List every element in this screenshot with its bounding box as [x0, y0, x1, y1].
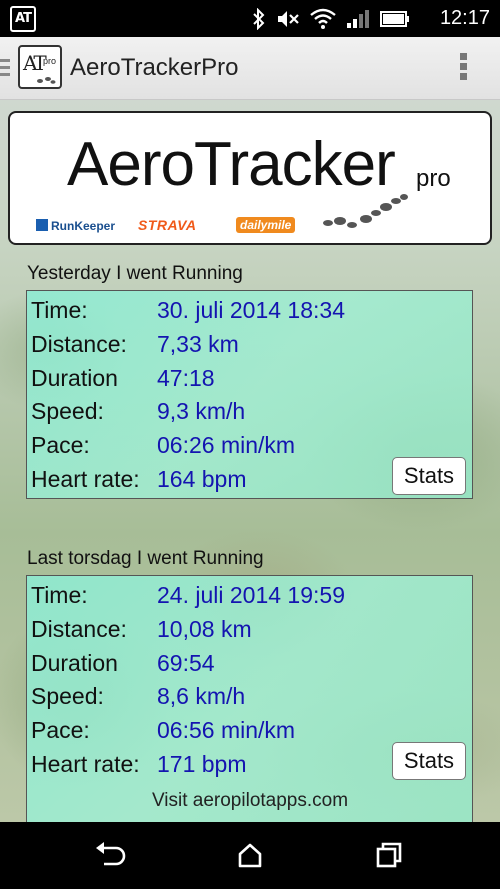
- activity-heading: Last torsdag I went Running: [27, 548, 264, 569]
- activity-row: Duration 69:54: [31, 650, 461, 680]
- row-label: Time:: [31, 582, 88, 608]
- runkeeper-logo: RunKeeper: [36, 219, 115, 233]
- aerotracker-banner: AeroTracker pro RunKeeper STRAVA dailymi…: [8, 111, 492, 245]
- row-label: Pace:: [31, 717, 90, 743]
- banner-title: AeroTracker: [67, 130, 396, 199]
- mute-icon: [278, 11, 299, 27]
- activity-card[interactable]: Time: 30. juli 2014 18:34 Distance: 7,33 k…: [26, 290, 473, 499]
- stats-button[interactable]: Stats: [392, 457, 466, 495]
- signal-icon: [347, 10, 369, 28]
- bluetooth-icon: [253, 8, 265, 30]
- row-value: 24. juli 2014 19:59: [157, 582, 345, 608]
- row-label: Time:: [31, 297, 88, 323]
- row-value: 164 bpm: [157, 466, 247, 492]
- activity-card[interactable]: Time: 24. juli 2014 19:59 Distance: 10,08 …: [26, 575, 473, 822]
- row-label: Pace:: [31, 432, 90, 458]
- footprints-icon: [37, 77, 56, 84]
- activity-heading: Yesterday I went Running: [27, 263, 243, 284]
- status-icons: [252, 6, 410, 32]
- app-notification-icon: AT: [10, 6, 36, 32]
- home-icon[interactable]: [230, 840, 270, 870]
- row-label: Distance:: [31, 331, 127, 357]
- main-content[interactable]: AeroTracker pro RunKeeper STRAVA dailymi…: [0, 100, 500, 822]
- overflow-menu-icon[interactable]: [460, 53, 468, 83]
- activity-row: Time: 24. juli 2014 19:59: [31, 582, 461, 612]
- row-value: 7,33 km: [157, 331, 239, 357]
- logo-sub: pro: [42, 56, 56, 66]
- row-label: Speed:: [31, 398, 104, 424]
- banner-pro: pro: [416, 165, 451, 192]
- row-label: Heart rate:: [31, 751, 140, 777]
- runkeeper-icon: [36, 219, 48, 231]
- app-logo[interactable]: AT pro: [18, 45, 62, 89]
- activity-row: Time: 30. juli 2014 18:34: [31, 297, 461, 327]
- row-value: 8,6 km/h: [157, 683, 246, 709]
- stats-button[interactable]: Stats: [392, 742, 466, 780]
- row-label: Heart rate:: [31, 466, 140, 492]
- row-value: 06:56 min/km: [157, 717, 296, 743]
- row-value: 10,08 km: [157, 616, 252, 642]
- row-value: 171 bpm: [157, 751, 247, 777]
- row-value: 9,3 km/h: [157, 398, 246, 424]
- app-title: AeroTrackerPro: [70, 54, 239, 81]
- dailymile-logo: dailymile: [236, 217, 296, 233]
- footprints-icon: [323, 194, 408, 228]
- row-label: Duration: [31, 650, 118, 676]
- battery-icon: [380, 11, 409, 27]
- activity-row: Duration 47:18: [31, 365, 461, 395]
- row-value: 30. juli 2014 18:34: [157, 297, 345, 323]
- clock: 12:17: [439, 7, 490, 29]
- logo-text: AT: [23, 51, 47, 75]
- row-label: Speed:: [31, 683, 104, 709]
- activity-row: Speed: 8,6 km/h: [31, 683, 461, 713]
- row-value: 69:54: [157, 650, 215, 676]
- activity-row: Speed: 9,3 km/h: [31, 398, 461, 428]
- status-bar: AT 12:17: [0, 0, 500, 37]
- action-bar: AT pro AeroTrackerPro: [0, 37, 500, 100]
- back-icon[interactable]: [92, 840, 132, 870]
- strava-logo: STRAVA: [138, 217, 197, 233]
- row-label: Duration: [31, 365, 118, 391]
- drawer-indicator-icon[interactable]: [0, 59, 12, 80]
- row-label: Distance:: [31, 616, 127, 642]
- activity-row: Distance: 10,08 km: [31, 616, 461, 646]
- row-value: 47:18: [157, 365, 215, 391]
- runkeeper-label: RunKeeper: [51, 219, 116, 233]
- activity-row: Distance: 7,33 km: [31, 331, 461, 361]
- wifi-icon: [310, 8, 336, 29]
- navigation-bar: [0, 822, 500, 889]
- website-link[interactable]: Visit aeropilotapps.com: [0, 790, 500, 812]
- recent-apps-icon[interactable]: [368, 840, 408, 870]
- row-value: 06:26 min/km: [157, 432, 296, 458]
